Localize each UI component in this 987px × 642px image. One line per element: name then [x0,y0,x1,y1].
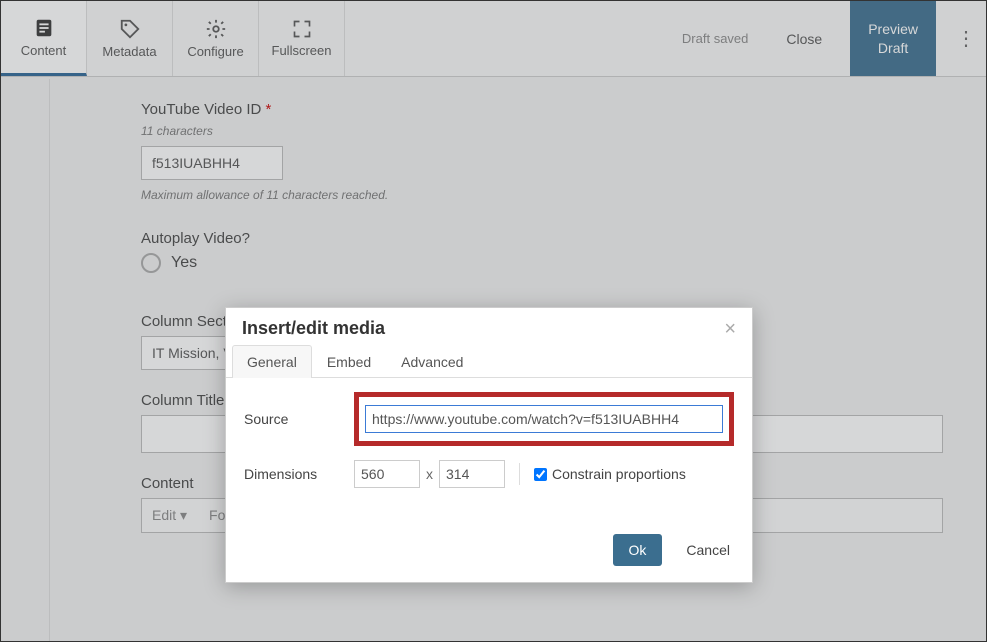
dimensions-x: x [426,466,433,482]
dialog-header: Insert/edit media × [226,308,752,345]
dialog-tab-general[interactable]: General [232,345,312,378]
ok-button[interactable]: Ok [613,534,663,566]
dimensions-row: Dimensions x Constrain proportions [244,460,734,488]
source-input[interactable] [365,405,723,433]
dialog-close-button[interactable]: × [724,319,736,339]
dialog-tab-advanced[interactable]: Advanced [386,345,478,378]
dialog-body: Source Dimensions x Constrain proportion… [226,378,752,524]
dialog-footer: Ok Cancel [226,524,752,582]
dialog-tab-embed[interactable]: Embed [312,345,386,378]
insert-media-dialog: Insert/edit media × General Embed Advanc… [225,307,753,583]
constrain-label: Constrain proportions [552,466,686,482]
cancel-button[interactable]: Cancel [682,534,734,566]
source-highlight-box [354,392,734,446]
dimensions-divider [519,463,520,485]
width-input[interactable] [354,460,420,488]
source-row: Source [244,392,734,446]
dialog-title: Insert/edit media [242,318,385,339]
constrain-checkbox[interactable] [534,468,547,481]
height-input[interactable] [439,460,505,488]
source-label: Source [244,411,354,427]
dialog-tabs: General Embed Advanced [226,345,752,378]
dimensions-label: Dimensions [244,466,354,482]
